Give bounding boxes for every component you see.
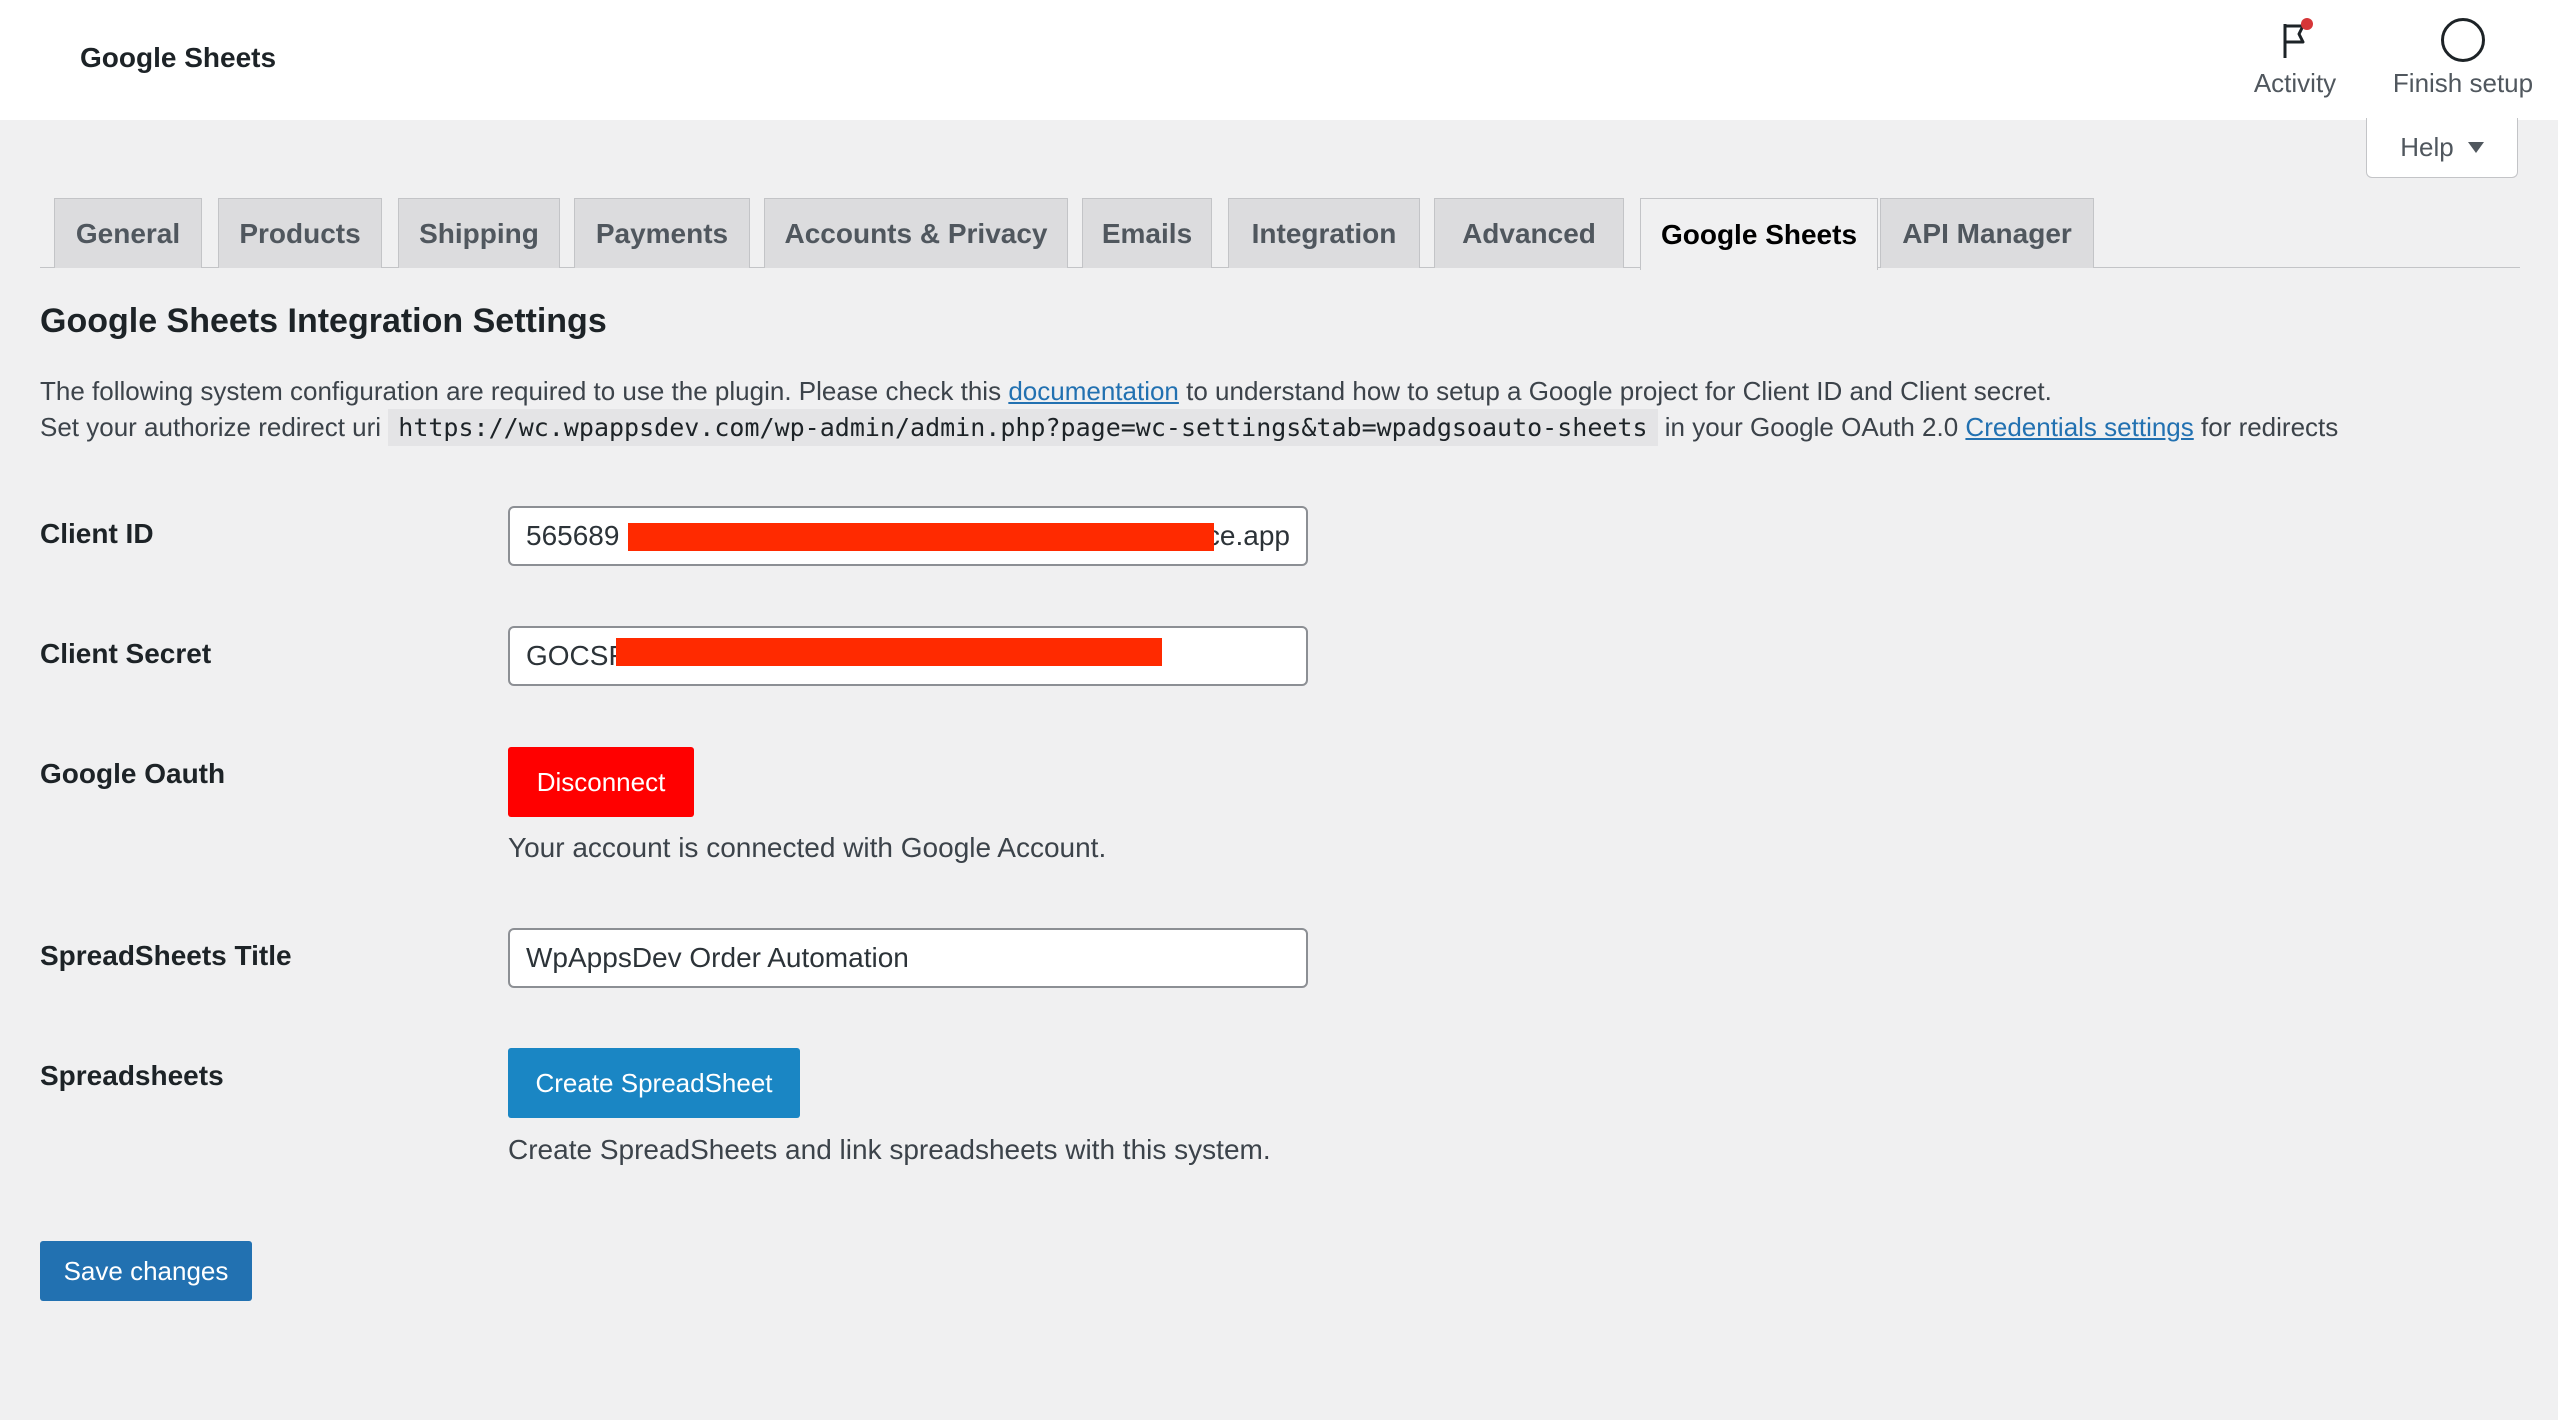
spreadsheet-title-input[interactable]: WpAppsDev Order Automation [508, 928, 1308, 988]
finish-setup-label: Finish setup [2392, 68, 2534, 98]
top-bar: Google Sheets Activity Finish setup [0, 0, 2558, 120]
redaction-bar [628, 523, 1214, 551]
client-id-value-start: 565689 [526, 520, 620, 551]
desc-text: in your Google OAuth 2.0 [1664, 412, 1959, 442]
spreadsheets-help-text: Create SpreadSheets and link spreadsheet… [508, 1134, 1271, 1165]
tab-general[interactable]: General [54, 198, 202, 268]
google-oauth-label: Google Oauth [40, 758, 226, 789]
save-changes-button[interactable]: Save changes [40, 1241, 252, 1301]
tab-shipping[interactable]: Shipping [398, 198, 560, 268]
desc-text: for redirects [2201, 412, 2339, 442]
tab-payments[interactable]: Payments [574, 198, 750, 268]
help-label: Help [2400, 132, 2454, 162]
flag-icon [2273, 18, 2317, 62]
documentation-link[interactable]: documentation [1008, 376, 1179, 406]
tab-api-manager[interactable]: API Manager [1880, 198, 2094, 268]
oauth-status-text: Your account is connected with Google Ac… [508, 832, 1107, 863]
description-line-1: The following system configuration are r… [40, 376, 2052, 407]
desc-text: Set your authorize redirect uri [40, 412, 382, 442]
section-title: Google Sheets Integration Settings [40, 302, 607, 340]
tab-integration[interactable]: Integration [1228, 198, 1420, 268]
settings-tabs: General Products Shipping Payments Accou… [40, 196, 2520, 270]
spreadsheet-title-value: WpAppsDev Order Automation [526, 942, 909, 973]
description-line-2: Set your authorize redirect uri https://… [40, 409, 2339, 446]
client-id-value-end: ce.app [1205, 520, 1290, 551]
circle-icon [2441, 18, 2485, 62]
desc-text: The following system configuration are r… [40, 376, 1002, 406]
caret-down-icon [2467, 142, 2484, 153]
notification-dot [2301, 18, 2313, 30]
activity-button[interactable]: Activity [2240, 18, 2350, 102]
tab-emails[interactable]: Emails [1082, 198, 1212, 268]
page-title: Google Sheets [80, 42, 277, 73]
help-button[interactable]: Help [2366, 118, 2518, 178]
disconnect-button[interactable]: Disconnect [508, 747, 694, 817]
tab-advanced[interactable]: Advanced [1434, 198, 1624, 268]
create-spreadsheet-button[interactable]: Create SpreadSheet [508, 1048, 800, 1118]
tab-products[interactable]: Products [218, 198, 382, 268]
credentials-settings-link[interactable]: Credentials settings [1965, 412, 2193, 442]
desc-text: to understand how to setup a Google proj… [1186, 376, 2052, 406]
client-id-input[interactable]: 565689 ce.app [508, 506, 1308, 566]
redaction-bar [616, 638, 1162, 666]
spreadsheets-label: Spreadsheets [40, 1060, 224, 1091]
client-secret-label: Client Secret [40, 638, 212, 669]
finish-setup-button[interactable]: Finish setup [2380, 18, 2546, 102]
spreadsheet-title-label: SpreadSheets Title [40, 940, 292, 971]
client-secret-input[interactable]: GOCSF [508, 626, 1308, 686]
redirect-uri: https://wc.wpappsdev.com/wp-admin/admin.… [388, 409, 1658, 446]
client-id-label: Client ID [40, 518, 154, 549]
client-secret-value-start: GOCSF [526, 640, 626, 671]
tab-accounts-privacy[interactable]: Accounts & Privacy [764, 198, 1068, 268]
activity-label: Activity [2253, 68, 2337, 98]
tab-google-sheets[interactable]: Google Sheets [1640, 198, 1878, 270]
